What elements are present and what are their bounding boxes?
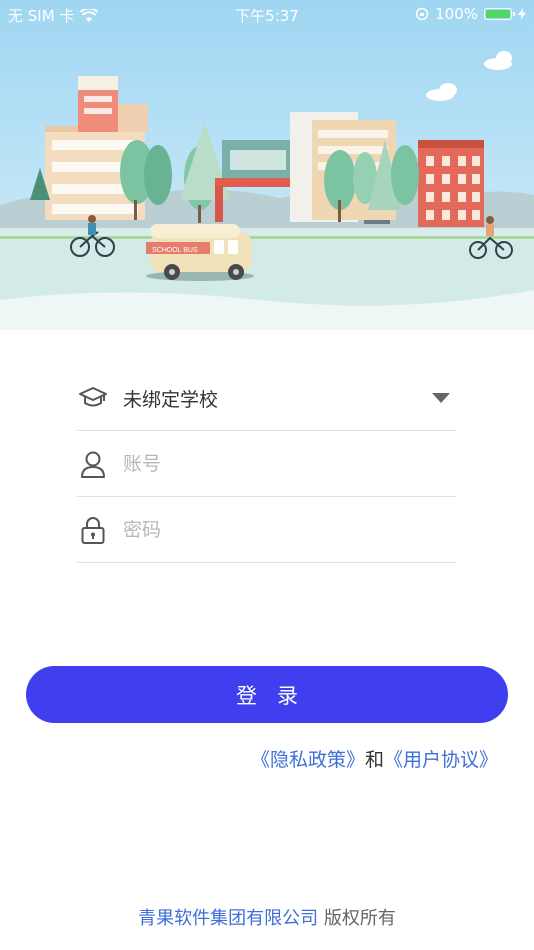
charging-bolt-icon: [518, 8, 526, 20]
copyright-rights: 版权所有: [323, 908, 396, 929]
battery-icon: [484, 8, 515, 20]
account-input[interactable]: [123, 453, 456, 475]
bench: [364, 220, 390, 224]
privacy-policy-link[interactable]: 《隐私政策》: [251, 749, 365, 771]
campus-illustration: SCHOOL BUS: [0, 0, 534, 330]
battery-fill: [486, 10, 510, 18]
user-icon: [77, 448, 109, 480]
agreement-conjunction: 和: [364, 749, 384, 771]
battery-percent: 100%: [435, 5, 478, 23]
lock-icon: [77, 514, 109, 546]
status-bar: 无 SIM 卡 下午5:37 100%: [0, 0, 534, 28]
school-selector[interactable]: 未绑定学校: [77, 366, 456, 431]
copyright-footer: 青果软件集团有限公司 版权所有: [0, 904, 534, 930]
user-agreement-link[interactable]: 《用户协议》: [384, 749, 498, 771]
school-bus: SCHOOL BUS: [146, 224, 254, 281]
dropdown-arrow-icon[interactable]: [432, 393, 450, 403]
password-input[interactable]: [123, 519, 456, 541]
agreement-text: 《隐私政策》和《用户协议》: [251, 745, 498, 772]
company-name: 青果软件集团有限公司: [138, 908, 319, 929]
graduation-cap-icon: [77, 382, 109, 414]
school-building-right: [290, 112, 402, 222]
password-row: [77, 498, 456, 563]
school-value: 未绑定学校: [123, 388, 219, 411]
login-button[interactable]: 登录: [26, 666, 508, 723]
account-row: [77, 432, 456, 497]
orientation-lock-icon: [415, 7, 429, 21]
bus-label: SCHOOL BUS: [152, 247, 198, 254]
